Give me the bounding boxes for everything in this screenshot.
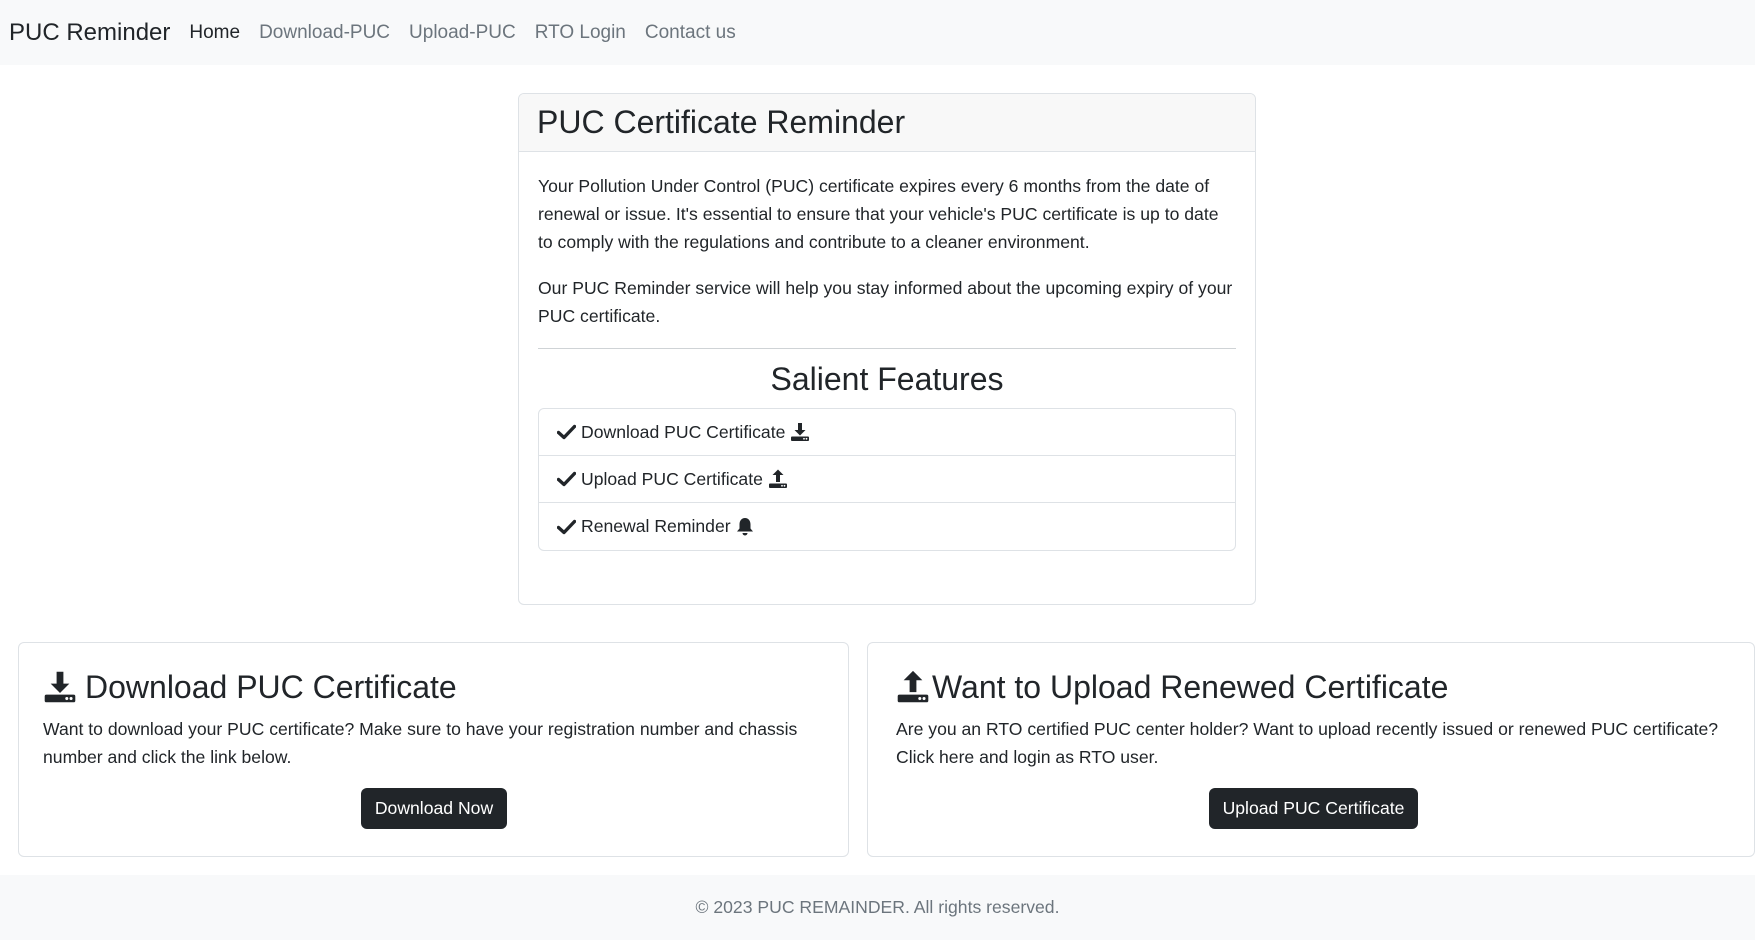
check-icon: [557, 519, 576, 534]
footer: © 2023 PUC REMAINDER. All rights reserve…: [0, 875, 1755, 940]
nav-link-upload-puc[interactable]: Upload-PUC: [409, 22, 516, 44]
download-icon: [44, 671, 76, 703]
reminder-card-body: Your Pollution Under Control (PUC) certi…: [519, 152, 1255, 551]
intro-paragraph: Your Pollution Under Control (PUC) certi…: [538, 176, 1219, 252]
reminder-card: PUC Certificate Reminder Your Pollution …: [518, 93, 1256, 605]
footer-copyright: © 2023 PUC REMAINDER. All rights reserve…: [695, 897, 1060, 917]
download-card-title: Download PUC Certificate: [43, 667, 825, 707]
download-icon: [791, 423, 810, 441]
nav-link-home[interactable]: Home: [189, 22, 240, 44]
feature-label: Upload PUC Certificate: [581, 468, 763, 489]
feature-item-reminder: Renewal Reminder: [539, 503, 1235, 550]
upload-button-wrap: Upload PUC Certificate: [896, 788, 1731, 829]
upload-icon: [897, 670, 929, 703]
brand-link[interactable]: PUC Reminder: [9, 19, 170, 47]
upload-card-text: Are you an RTO certified PUC center hold…: [896, 719, 1719, 767]
nav-link-download-puc[interactable]: Download-PUC: [259, 22, 390, 44]
features-title: Salient Features: [770, 361, 1004, 397]
check-icon: [557, 471, 576, 487]
feature-item-download: Download PUC Certificate: [539, 409, 1235, 456]
upload-card-title: Want to Upload Renewed Certificate: [896, 667, 1731, 707]
nav-link-contact-us[interactable]: Contact us: [645, 22, 736, 44]
check-icon: [557, 424, 576, 440]
upload-card: Want to Upload Renewed Certificate Are y…: [867, 642, 1755, 857]
download-card-title-text: Download PUC Certificate: [85, 668, 457, 705]
nav-link-rto-login[interactable]: RTO Login: [535, 22, 626, 44]
download-card: Download PUC Certificate Want to downloa…: [18, 642, 849, 857]
features-list: Download PUC Certificate Upload PUC Cert…: [538, 408, 1236, 551]
navbar: PUC Reminder Home Download-PUC Upload-PU…: [0, 0, 1755, 65]
download-button-wrap: Download Now: [43, 788, 825, 829]
feature-label: Renewal Reminder: [581, 516, 731, 536]
upload-certificate-button[interactable]: Upload PUC Certificate: [1208, 788, 1419, 829]
service-paragraph: Our PUC Reminder service will help you s…: [538, 278, 1233, 326]
feature-label: Download PUC Certificate: [581, 421, 786, 442]
feature-item-upload: Upload PUC Certificate: [539, 456, 1235, 503]
download-card-text: Want to download your PUC certificate? M…: [43, 719, 798, 767]
reminder-card-title: PUC Certificate Reminder: [537, 104, 906, 140]
bell-icon: [736, 518, 753, 536]
upload-card-title-text: Want to Upload Renewed Certificate: [932, 668, 1449, 705]
download-now-button[interactable]: Download Now: [360, 788, 508, 829]
reminder-card-header: PUC Certificate Reminder: [519, 94, 1255, 152]
divider: [538, 348, 1236, 349]
upload-icon: [768, 469, 787, 488]
